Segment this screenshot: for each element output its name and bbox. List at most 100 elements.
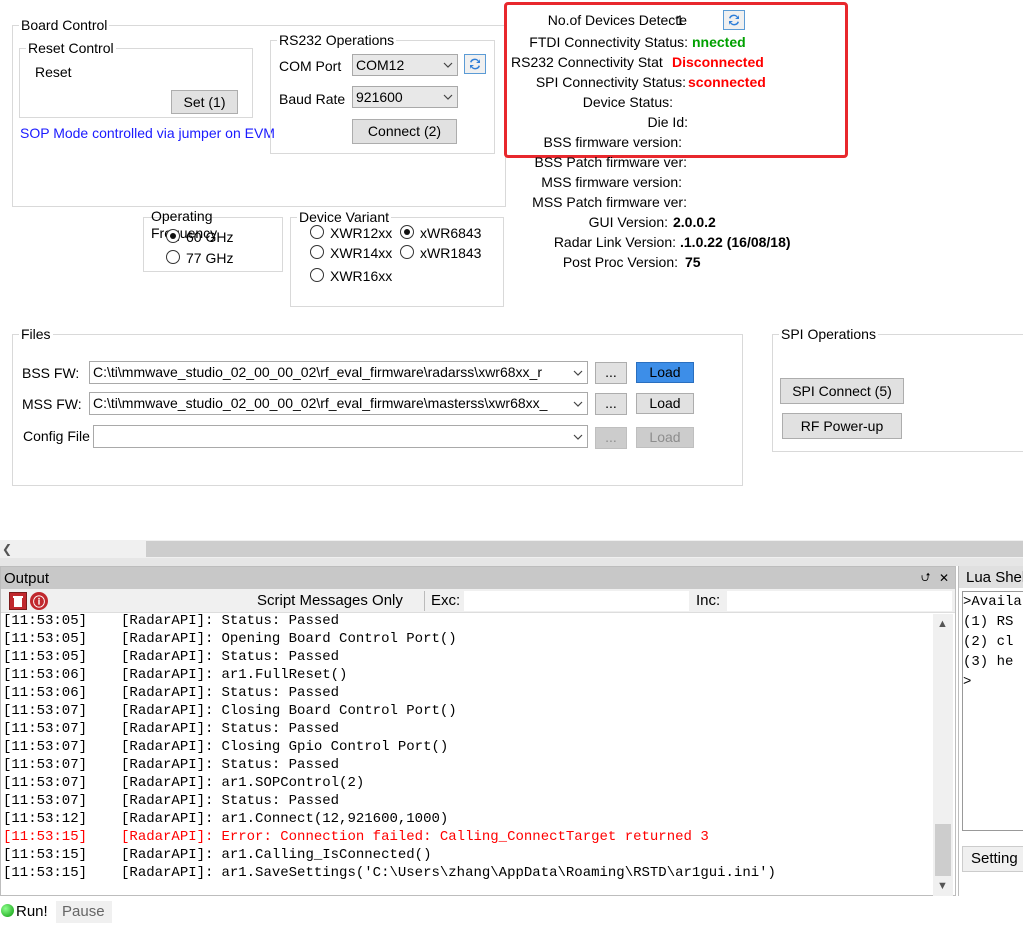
log-line: [11:53:05] [RadarAPI]: Status: Passed — [3, 648, 933, 666]
rf-powerup-button[interactable]: RF Power-up — [782, 413, 902, 439]
sop-mode-note: SOP Mode controlled via jumper on EVM — [20, 125, 275, 141]
inc-label: Inc: — [696, 592, 721, 609]
variant-xwr6843-radio[interactable] — [400, 225, 414, 239]
run-bar: Run! Pause — [0, 898, 1023, 925]
scroll-up-icon[interactable]: ▲ — [937, 618, 948, 630]
log-source: [RadarAPI]: — [121, 757, 214, 773]
log-source: [RadarAPI]: — [121, 685, 214, 701]
spi-status-value: sconnected — [688, 74, 766, 90]
clear-output-button[interactable] — [9, 592, 27, 610]
variant-xwr14xx-label: XWR14xx — [330, 245, 393, 261]
variant-xwr16xx-radio[interactable] — [310, 268, 324, 282]
log-line: [11:53:07] [RadarAPI]: ar1.SOPControl(2) — [3, 774, 933, 792]
scrollbar-thumb[interactable] — [935, 824, 951, 876]
log-message: ar1.Calling_IsConnected() — [221, 847, 432, 863]
bss-fw-browse-button[interactable]: ... — [595, 362, 627, 384]
mss-fw-path: C:\ti\mmwave_studio_02_00_00_02\rf_eval_… — [93, 395, 548, 411]
freq-77ghz-radio[interactable] — [166, 250, 180, 264]
separator — [424, 591, 425, 611]
config-file-select[interactable] — [93, 425, 588, 448]
variant-xwr12xx-label: XWR12xx — [330, 225, 393, 241]
log-message: Status: Passed — [221, 613, 340, 629]
set-button[interactable]: Set (1) — [171, 90, 238, 114]
lua-line: (2) cl — [963, 634, 1014, 650]
log-timestamp: [11:53:15] — [3, 829, 88, 845]
radar-link-version-label: Radar Link Version: — [553, 234, 676, 250]
config-file-browse-button[interactable]: ... — [595, 427, 627, 449]
ftdi-status-value: nnected — [692, 34, 746, 50]
rs232-connect-button[interactable]: Connect (2) — [352, 119, 457, 144]
log-message: Status: Passed — [221, 721, 340, 737]
log-message: ar1.SaveSettings('C:\Users\zhang\AppData… — [221, 865, 776, 881]
log-source: [RadarAPI]: — [121, 667, 214, 683]
gui-version-value: 2.0.0.2 — [673, 214, 716, 230]
log-line: [11:53:15] [RadarAPI]: ar1.SaveSettings('C… — [3, 864, 933, 882]
mss-fw-path-select[interactable]: C:\ti\mmwave_studio_02_00_00_02\rf_eval_… — [89, 392, 588, 415]
log-timestamp: [11:53:05] — [3, 649, 88, 665]
mss-fw-load-button[interactable]: Load — [636, 393, 694, 414]
exc-label: Exc: — [431, 592, 461, 609]
lua-line: > — [963, 674, 972, 690]
log-timestamp: [11:53:07] — [3, 739, 88, 755]
variant-xwr16xx-label: XWR16xx — [330, 268, 393, 284]
log-message: Status: Passed — [221, 757, 340, 773]
run-button[interactable]: Run! — [16, 903, 48, 921]
log-message: Status: Passed — [221, 649, 340, 665]
bss-fw-load-button[interactable]: Load — [636, 362, 694, 383]
lua-shell-output[interactable]: >Availa (1) RS (2) cl (3) he > — [962, 591, 1023, 831]
freq-60ghz-radio[interactable] — [166, 229, 180, 243]
refresh-com-ports-button[interactable] — [464, 54, 486, 74]
log-line: [11:53:05] [RadarAPI]: Opening Board Contr… — [3, 630, 933, 648]
log-source: [RadarAPI]: — [121, 847, 214, 863]
board-control-title: Board Control — [19, 16, 110, 34]
output-panel: Output ⮍ ✕ ⓘ Script Messages Only Exc: I… — [0, 566, 956, 896]
spi-status-label: SPI Connectivity Status: — [535, 74, 686, 90]
trash-icon — [13, 596, 23, 607]
variant-xwr1843-radio[interactable] — [400, 245, 414, 259]
mss-fw-browse-button[interactable]: ... — [595, 393, 627, 415]
log-timestamp: [11:53:07] — [3, 793, 88, 809]
baud-rate-select[interactable]: 921600 — [352, 86, 458, 108]
mss-patch-version-label: MSS Patch firmware ver: — [532, 194, 687, 210]
pause-button[interactable]: Pause — [56, 901, 112, 923]
variant-xwr14xx-radio[interactable] — [310, 245, 324, 259]
output-title: Output — [4, 570, 50, 587]
com-port-select[interactable]: COM12 — [352, 54, 458, 76]
info-toggle-button[interactable]: ⓘ — [30, 592, 48, 610]
log-line: [11:53:07] [RadarAPI]: Closing Gpio Contro… — [3, 738, 933, 756]
files-title: Files — [19, 325, 53, 343]
log-message: ar1.SOPControl(2) — [221, 775, 365, 791]
output-vertical-scrollbar[interactable]: ▲ ▼ — [933, 614, 953, 896]
variant-xwr12xx-radio[interactable] — [310, 225, 324, 239]
device-status-label: Device Status: — [582, 94, 673, 110]
ftdi-status-label: FTDI Connectivity Status: — [529, 34, 688, 50]
log-source: [RadarAPI]: — [121, 613, 214, 629]
script-messages-only-toggle[interactable]: Script Messages Only — [257, 592, 403, 610]
inc-filter-input[interactable] — [727, 591, 952, 611]
reset-label: Reset — [35, 64, 72, 80]
close-icon[interactable]: ✕ — [939, 569, 949, 587]
log-timestamp: [11:53:07] — [3, 703, 88, 719]
output-title-bar: Output ⮍ ✕ — [1, 567, 955, 589]
bss-fw-path-select[interactable]: C:\ti\mmwave_studio_02_00_00_02\rf_eval_… — [89, 361, 588, 384]
separator — [0, 558, 1023, 566]
refresh-devices-button[interactable] — [723, 10, 745, 30]
pin-icon[interactable]: ⮍ — [921, 568, 931, 586]
mss-fw-version-label: MSS firmware version: — [541, 174, 682, 190]
spi-operations-title: SPI Operations — [779, 325, 878, 343]
refresh-icon — [729, 14, 739, 26]
config-file-load-button[interactable]: Load — [636, 427, 694, 448]
exc-filter-input[interactable] — [464, 591, 689, 611]
log-timestamp: [11:53:12] — [3, 811, 88, 827]
spi-connect-button[interactable]: SPI Connect (5) — [780, 378, 904, 404]
chevron-down-icon — [569, 393, 587, 414]
scroll-left-icon[interactable]: ❮ — [2, 540, 16, 558]
main-horizontal-scrollbar[interactable]: ❮ — [0, 540, 1023, 558]
scrollbar-thumb[interactable] — [146, 541, 1023, 557]
scroll-down-icon[interactable]: ▼ — [937, 880, 948, 892]
lua-settings-tab[interactable]: Setting — [962, 846, 1023, 872]
die-id-label: Die Id: — [647, 114, 688, 130]
chevron-down-icon — [569, 362, 587, 383]
log-message: Closing Gpio Control Port() — [221, 739, 449, 755]
com-port-value: COM12 — [356, 57, 405, 73]
